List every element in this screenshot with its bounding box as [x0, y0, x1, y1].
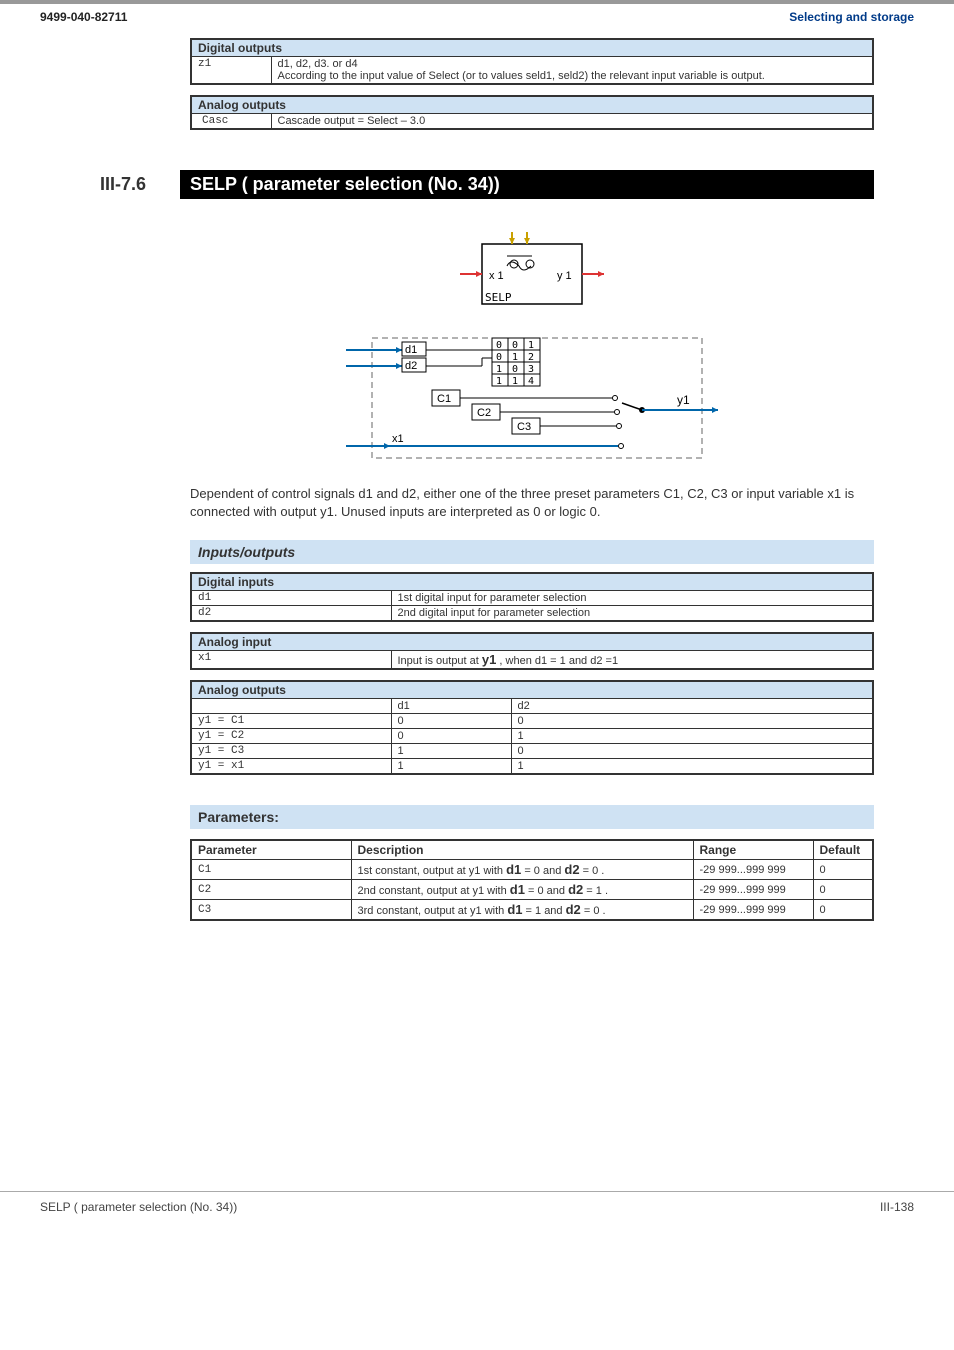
chapter-title: Selecting and storage: [789, 10, 914, 24]
aob-r1-d1: 0: [391, 729, 511, 744]
svg-text:1: 1: [496, 364, 502, 375]
ai-pre: Input is output at: [398, 655, 482, 667]
svg-text:3: 3: [528, 364, 534, 375]
logic-diagram: d1 d2 001 012 103 114 C1 C2 C3 x1: [190, 328, 874, 471]
aob-r2-e: y1 = C3: [191, 744, 391, 759]
description-text: Dependent of control signals d1 and d2, …: [190, 485, 874, 520]
aob-r0-e: y1 = C1: [191, 714, 391, 729]
do-line1: d1, d2, d3. or d4: [278, 58, 358, 70]
analog-outputs-top-table: Analog outputs Casc Cascade output = Sel…: [190, 95, 874, 130]
diag-x1: x 1: [489, 270, 504, 282]
diag-x1b: x1: [392, 433, 404, 445]
svg-text:0: 0: [496, 340, 502, 351]
di-key-0: d1: [191, 591, 391, 606]
ai-code: y1: [482, 652, 496, 667]
selp-block-icon: x 1 y 1 SELP: [452, 229, 612, 319]
pt-col-3: Default: [813, 840, 873, 860]
pt-r2-r: -29 999...999 999: [693, 900, 813, 921]
svg-text:0: 0: [512, 340, 518, 351]
pt-col-0: Parameter: [191, 840, 351, 860]
pt-col-2: Range: [693, 840, 813, 860]
diag-d1: d1: [405, 344, 417, 356]
digital-outputs-title: Digital outputs: [191, 39, 873, 57]
di-key-1: d2: [191, 606, 391, 622]
section-heading: III-7.6 SELP ( parameter selection (No. …: [100, 170, 954, 199]
diag-y1b: y1: [677, 393, 690, 407]
ai-desc: Input is output at y1 , when d1 = 1 and …: [391, 651, 873, 670]
aob-col-2: d2: [511, 699, 873, 714]
ao-desc: Cascade output = Select – 3.0: [271, 114, 873, 130]
svg-text:1: 1: [496, 376, 502, 387]
di-title: Digital inputs: [191, 573, 873, 591]
aob-r0-d1: 0: [391, 714, 511, 729]
aob-r3-d1: 1: [391, 759, 511, 775]
svg-text:0: 0: [496, 352, 502, 363]
aob-r1-d2: 1: [511, 729, 873, 744]
ai-key: x1: [191, 651, 391, 670]
aob-r3-d2: 1: [511, 759, 873, 775]
ao-key: Casc: [191, 114, 271, 130]
pt-r2-d: 3rd constant, output at y1 with d1 = 1 a…: [351, 900, 693, 921]
params-heading: Parameters:: [190, 805, 874, 829]
pt-r0-d: 1st constant, output at y1 with d1 = 0 a…: [351, 860, 693, 880]
diag-c2: C2: [477, 407, 491, 419]
diag-label: SELP: [485, 291, 512, 304]
digital-inputs-table: Digital inputs d11st digital input for p…: [190, 572, 874, 622]
svg-text:1: 1: [512, 376, 518, 387]
page-footer: SELP ( parameter selection (No. 34)) III…: [0, 1191, 954, 1234]
footer-right: III-138: [880, 1200, 914, 1214]
svg-text:2: 2: [528, 352, 534, 363]
do-key: z1: [191, 57, 271, 85]
ai-title: Analog input: [191, 633, 873, 651]
selp-logic-icon: d1 d2 001 012 103 114 C1 C2 C3 x1: [342, 328, 722, 468]
pt-r0-p: C1: [191, 860, 351, 880]
parameters-table: Parameter Description Range Default C1 1…: [190, 839, 874, 921]
aob-r2-d1: 1: [391, 744, 511, 759]
digital-outputs-table: Digital outputs z1 d1, d2, d3. or d4 Acc…: [190, 38, 874, 85]
diag-c1: C1: [437, 393, 451, 405]
pt-r1-d: 2nd constant, output at y1 with d1 = 0 a…: [351, 880, 693, 900]
doc-number: 9499-040-82711: [40, 10, 127, 24]
pt-r1-p: C2: [191, 880, 351, 900]
pt-r1-r: -29 999...999 999: [693, 880, 813, 900]
svg-text:1: 1: [528, 340, 534, 351]
svg-text:0: 0: [512, 364, 518, 375]
pt-r2-def: 0: [813, 900, 873, 921]
diag-c3: C3: [517, 421, 531, 433]
section-title: SELP ( parameter selection (No. 34)): [180, 170, 874, 199]
analog-input-table: Analog input x1 Input is output at y1 , …: [190, 632, 874, 670]
pt-r0-def: 0: [813, 860, 873, 880]
page-header: 9499-040-82711 Selecting and storage: [0, 4, 954, 28]
svg-text:4: 4: [528, 376, 534, 387]
ao-title: Analog outputs: [191, 96, 873, 114]
analog-outputs-bottom-table: Analog outputs d1 d2 y1 = C100 y1 = C201…: [190, 680, 874, 775]
ai-post: , when d1 = 1 and d2 =1: [496, 655, 618, 667]
aob-title: Analog outputs: [191, 681, 873, 699]
aob-col-0: [191, 699, 391, 714]
pt-r2-p: C3: [191, 900, 351, 921]
footer-left: SELP ( parameter selection (No. 34)): [40, 1200, 237, 1214]
pt-r0-r: -29 999...999 999: [693, 860, 813, 880]
section-number: III-7.6: [100, 170, 180, 199]
di-desc-0: 1st digital input for parameter selectio…: [391, 591, 873, 606]
io-heading: Inputs/outputs: [190, 540, 874, 564]
aob-r3-e: y1 = x1: [191, 759, 391, 775]
pt-col-1: Description: [351, 840, 693, 860]
di-desc-1: 2nd digital input for parameter selectio…: [391, 606, 873, 622]
diag-y1: y 1: [557, 270, 572, 282]
aob-r1-e: y1 = C2: [191, 729, 391, 744]
pt-r1-def: 0: [813, 880, 873, 900]
do-line2: According to the input value of Select (…: [278, 70, 765, 82]
svg-text:1: 1: [512, 352, 518, 363]
aob-r0-d2: 0: [511, 714, 873, 729]
aob-r2-d2: 0: [511, 744, 873, 759]
do-desc: d1, d2, d3. or d4 According to the input…: [271, 57, 873, 85]
diag-d2: d2: [405, 360, 417, 372]
block-diagram: x 1 y 1 SELP: [190, 229, 874, 322]
aob-col-1: d1: [391, 699, 511, 714]
